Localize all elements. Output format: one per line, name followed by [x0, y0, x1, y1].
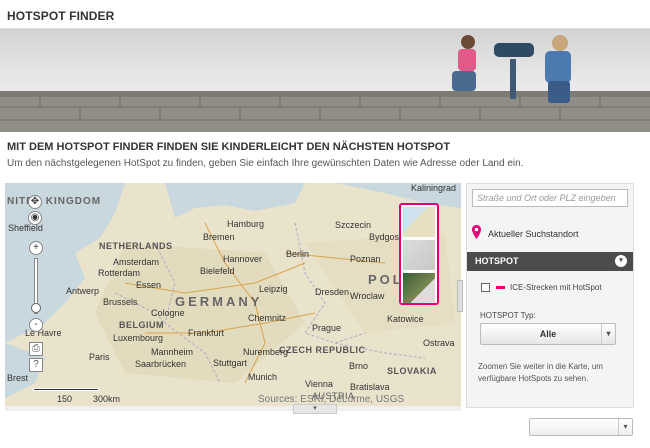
map-city-label: Mannheim — [151, 347, 194, 357]
basemap-switcher — [399, 203, 439, 305]
map-city-label: Brno — [349, 361, 369, 371]
map-country-label: BELGIUM — [119, 320, 164, 330]
map-view[interactable]: NITED KINGDOM NETHERLANDS GERMANY POLA B… — [5, 183, 461, 406]
basemap-satellite-thumbnail[interactable] — [403, 273, 435, 303]
map-expand-handle[interactable]: ▾ — [293, 404, 337, 414]
map-city-label: Cologne — [151, 308, 185, 318]
map-country-label: CZECH REPUBLIC — [279, 345, 366, 355]
zoom-in-button[interactable]: + — [29, 241, 43, 255]
map-city-label: Katowice — [387, 314, 424, 324]
map-city-label: Chemnitz — [248, 313, 287, 323]
ice-route-checkbox[interactable] — [481, 283, 490, 292]
pan-control-icon[interactable]: ✥ — [28, 195, 42, 209]
chevron-down-icon: ▾ — [618, 419, 632, 435]
basemap-street-thumbnail[interactable] — [403, 207, 435, 237]
panel-toggle-handle[interactable] — [457, 280, 463, 312]
map-scale-label: 300km — [93, 394, 121, 404]
map-city-label: Paris — [89, 352, 110, 362]
map-city-label: Bratislava — [350, 382, 390, 392]
map-city-label: Berlin — [286, 249, 310, 259]
map-city-label: Leipzig — [259, 284, 288, 294]
ice-route-label: ICE-Strecken mit HotSpot — [510, 283, 602, 292]
map-scale-label: 150 — [57, 394, 73, 404]
map-city-label: Luxembourg — [113, 333, 164, 343]
map-city-label: Munich — [248, 372, 278, 382]
map-city-label: Poznan — [350, 254, 381, 264]
map-city-label: Vienna — [305, 379, 333, 389]
map-city-label: Szczecin — [335, 220, 372, 230]
collapse-icon[interactable]: ▾ — [615, 255, 627, 267]
hotspot-type-value: Alle — [539, 329, 557, 339]
map-city-label: Hamburg — [227, 219, 265, 229]
map-city-label: Prague — [312, 323, 342, 333]
zoom-out-button[interactable]: - — [29, 318, 43, 332]
locate-icon[interactable]: ◉ — [28, 211, 42, 225]
map-country-label: NITED KINGDOM — [7, 196, 102, 207]
top-bar: HOTSPOT FINDER — [0, 0, 650, 29]
map-city-label: Stuttgart — [213, 358, 248, 368]
map-city-label: Brussels — [103, 297, 138, 307]
map-bottom-strip — [5, 406, 461, 411]
map-city-label: Rotterdam — [98, 268, 141, 278]
map-city-label: Bremen — [203, 232, 235, 242]
map-city-label: Nuremberg — [243, 347, 289, 357]
zoom-slider-handle[interactable] — [31, 303, 41, 313]
map-city-label: Wroclaw — [350, 291, 385, 301]
map-city-label: Hannover — [223, 254, 263, 264]
current-location-label[interactable]: Aktueller Suchstandort — [488, 229, 579, 239]
print-icon[interactable]: ⎙ — [29, 342, 43, 356]
map-city-label: Ostrava — [423, 338, 455, 348]
section-heading: MIT DEM HOTSPOT FINDER FINDEN SIE KINDER… — [7, 141, 451, 153]
hotspot-header-label: HOTSPOT — [475, 256, 519, 266]
hotspot-type-label: HOTSPOT Typ: — [480, 311, 536, 320]
map-city-label: Kaliningrad — [411, 183, 457, 193]
basemap-topo-thumbnail[interactable] — [403, 240, 435, 270]
hotspot-type-select[interactable]: Alle ▾ — [480, 323, 616, 345]
map-country-label: SLOVAKIA — [387, 366, 437, 376]
map-city-label: Dresden — [315, 287, 350, 297]
map-country-label: NETHERLANDS — [99, 241, 173, 251]
hero-banner — [0, 29, 650, 132]
chevron-down-icon: ▾ — [601, 324, 615, 344]
zoom-hint-text: Zoomen Sie weiter in die Karte, um verfü… — [478, 362, 603, 383]
map-country-label: GERMANY — [175, 294, 263, 309]
map-city-label: Essen — [136, 280, 162, 290]
map-city-label: Sheffield — [8, 223, 43, 233]
bottom-dropdown[interactable]: ▾ — [529, 418, 633, 436]
search-input[interactable]: Straße und Ort oder PLZ eingeben — [472, 189, 628, 207]
map-city-label: Amsterdam — [113, 257, 160, 267]
map-city-label: Antwerp — [66, 286, 100, 296]
map-city-label: Frankfurt — [188, 328, 225, 338]
page-title: HOTSPOT FINDER — [7, 9, 115, 23]
help-icon[interactable]: ? — [29, 358, 43, 372]
section-subheading: Um den nächstgelegenen HotSpot zu finden… — [7, 158, 524, 169]
map-city-label: Bielefeld — [200, 266, 235, 276]
map-city-label: Brest — [7, 373, 29, 383]
location-pin-icon — [472, 225, 481, 239]
map-city-label: Saarbrücken — [135, 359, 187, 369]
hotspot-section-header[interactable]: HOTSPOT ▾ — [467, 252, 633, 271]
banner-illustration — [0, 35, 650, 132]
map-scale-bar — [33, 388, 99, 391]
ice-route-legend-swatch — [496, 286, 505, 289]
